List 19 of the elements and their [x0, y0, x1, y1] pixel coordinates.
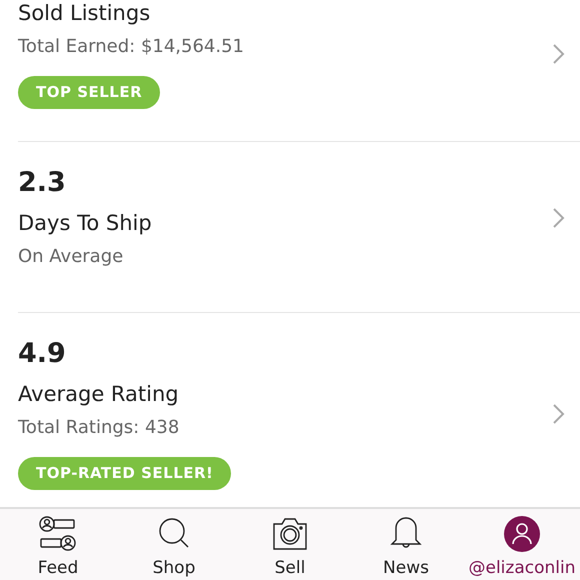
stat-value: 4.9 [18, 337, 66, 371]
stat-title: Average Rating [18, 381, 179, 408]
tab[interactable]: Shop [116, 509, 232, 580]
tab[interactable]: Sell [232, 509, 348, 580]
stat-subtitle: Total Ratings: 438 [18, 416, 180, 440]
tab[interactable]: Feed [0, 509, 116, 580]
stat-title: Sold Listings [18, 0, 150, 27]
chevron-icon[interactable] [552, 402, 566, 424]
stat-value: 2.3 [18, 166, 66, 200]
tab[interactable]: News [348, 509, 464, 580]
chevron-icon[interactable] [552, 207, 566, 229]
stat-title: Days To Ship [18, 210, 152, 237]
seller-badge: TOP SELLER [18, 76, 160, 109]
chevron-icon[interactable] [552, 42, 566, 64]
avatar-icon [501, 515, 543, 553]
stat-subtitle: On Average [18, 245, 124, 269]
tab[interactable]: @elizaconlin [464, 509, 580, 580]
stat-subtitle: Total Earned: $14,564.51 [18, 35, 244, 59]
seller-badge: TOP-RATED SELLER! [18, 457, 232, 490]
